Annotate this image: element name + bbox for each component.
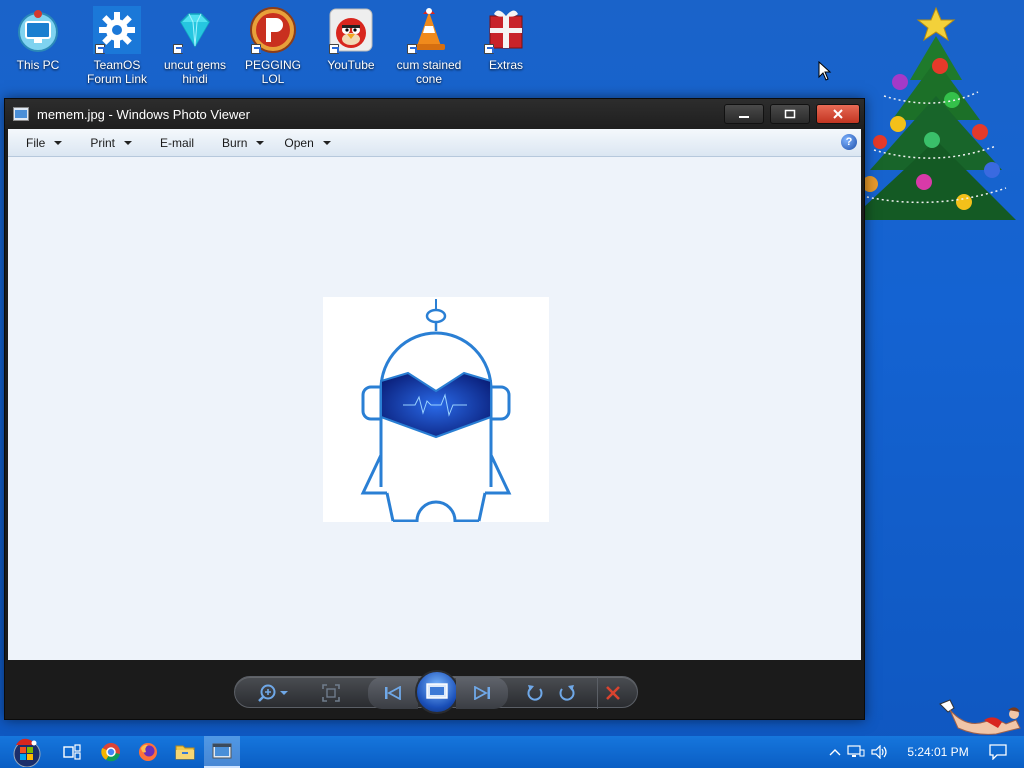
desktop-icon-cum-stained-cone[interactable]: cum stained cone <box>391 6 467 86</box>
previous-icon <box>385 686 401 700</box>
help-icon: ? <box>845 136 853 148</box>
chevron-down-icon <box>54 140 63 145</box>
minimize-button[interactable] <box>724 104 764 124</box>
angry-bird-icon <box>327 6 375 54</box>
chevron-down-icon <box>256 140 265 145</box>
desktop-icon-uncut-gems-hindi[interactable]: uncut gems hindi <box>157 6 233 86</box>
shortcut-arrow-icon <box>95 44 105 54</box>
desktop-icon-pegging-lol[interactable]: PEGGING LOL <box>235 6 311 86</box>
photo-viewer-window[interactable]: memem.jpg - Windows Photo Viewer File Pr… <box>4 98 865 720</box>
show-hidden-icons-chevron-up-icon[interactable] <box>826 748 844 756</box>
slideshow-icon <box>426 683 448 699</box>
close-icon <box>833 109 843 119</box>
desktop-icon-label: uncut gems hindi <box>163 58 227 86</box>
photo-viewer-app-icon <box>13 107 29 121</box>
shortcut-arrow-icon <box>173 44 183 54</box>
desktop-icon-label: Extras <box>488 58 523 72</box>
shortcut-arrow-icon <box>484 44 494 54</box>
previous-button[interactable] <box>368 677 418 709</box>
this-pc-icon <box>14 6 62 54</box>
pinup-decoration <box>936 698 1022 738</box>
action-center-button[interactable] <box>978 744 1018 760</box>
desktop-icon-label: This PC <box>16 58 60 72</box>
delete-icon <box>605 686 620 700</box>
window-title: memem.jpg - Windows Photo Viewer <box>37 106 250 122</box>
menu-file[interactable]: File <box>8 129 72 156</box>
rotate-counterclockwise-icon <box>527 685 543 701</box>
taskbar-chrome[interactable] <box>93 736 129 768</box>
diamond-icon <box>171 6 219 54</box>
shortcut-arrow-icon <box>329 44 339 54</box>
menu-open[interactable]: Open <box>274 129 340 156</box>
letter-p-icon <box>249 6 297 54</box>
shortcut-arrow-icon <box>407 44 417 54</box>
start-button[interactable] <box>6 736 48 768</box>
image-viewport[interactable] <box>8 157 861 660</box>
menu-burn-label: Burn <box>222 135 248 150</box>
displayed-image <box>323 297 549 523</box>
traffic-cone-icon <box>405 6 453 54</box>
menu-email-label: E-mail <box>160 135 195 150</box>
actual-size-icon <box>322 684 340 702</box>
zoom-button[interactable] <box>257 677 295 709</box>
rotate-counterclockwise-button[interactable] <box>521 677 549 709</box>
shortcut-arrow-icon <box>251 44 261 54</box>
maximize-icon <box>784 109 796 119</box>
control-bar <box>5 661 864 719</box>
menu-print-label: Print <box>90 135 116 150</box>
mouse-cursor-icon <box>818 60 832 86</box>
menu-burn[interactable]: Burn <box>204 129 274 156</box>
actual-size-button[interactable] <box>315 677 347 709</box>
gift-box-icon <box>482 6 530 54</box>
task-view-icon <box>63 744 81 760</box>
desktop-icon-label: YouTube <box>327 58 375 72</box>
rotate-clockwise-button[interactable] <box>553 677 581 709</box>
taskbar-firefox[interactable] <box>130 736 166 768</box>
desktop-icon-teamos-forum-link[interactable]: TeamOS Forum Link <box>79 6 155 86</box>
maximize-button[interactable] <box>770 104 810 124</box>
next-button[interactable] <box>456 677 508 709</box>
windows-logo-icon <box>13 738 41 767</box>
taskbar: 5:24:01 PM <box>0 736 1024 768</box>
control-pill <box>234 670 638 714</box>
title-bar[interactable]: memem.jpg - Windows Photo Viewer <box>5 99 864 129</box>
desktop-icon-label: PEGGING LOL <box>244 58 301 86</box>
christmas-tree-decoration <box>840 0 1020 240</box>
task-view-button[interactable] <box>54 736 90 768</box>
file-explorer-icon <box>175 745 195 760</box>
volume-icon[interactable] <box>868 745 892 759</box>
taskbar-file-explorer[interactable] <box>167 736 203 768</box>
minimize-icon <box>739 116 749 118</box>
system-tray: 5:24:01 PM <box>826 736 1018 768</box>
taskbar-photo-viewer[interactable] <box>204 736 240 768</box>
menu-print[interactable]: Print <box>72 129 142 156</box>
photo-viewer-icon <box>212 743 232 759</box>
delete-button[interactable] <box>597 677 627 709</box>
clock[interactable]: 5:24:01 PM <box>898 745 978 759</box>
menu-email[interactable]: E-mail <box>142 129 204 156</box>
desktop-icon-youtube[interactable]: YouTube <box>313 6 389 72</box>
gear-icon <box>93 6 141 54</box>
desktop-icon-label: cum stained cone <box>396 58 462 86</box>
menu-open-label: Open <box>284 135 314 150</box>
chevron-down-icon <box>124 140 133 145</box>
notification-icon <box>989 744 1007 760</box>
desktop-icon-label: TeamOS Forum Link <box>86 58 148 86</box>
chrome-icon <box>101 743 120 762</box>
slideshow-button[interactable] <box>415 670 459 714</box>
help-button[interactable]: ? <box>841 134 857 150</box>
desktop-icon-extras[interactable]: Extras <box>468 6 544 72</box>
next-icon <box>474 686 490 700</box>
network-icon[interactable] <box>844 745 868 759</box>
zoom-icon <box>258 684 288 702</box>
robot-image <box>360 299 512 523</box>
rotate-clockwise-icon <box>559 685 575 701</box>
chevron-down-icon <box>322 140 331 145</box>
menu-bar: File Print E-mail Burn Open ? <box>8 129 861 157</box>
firefox-icon <box>139 743 157 761</box>
desktop-icon-this-pc[interactable]: This PC <box>0 6 76 72</box>
menu-file-label: File <box>26 135 46 150</box>
close-button[interactable] <box>816 104 860 124</box>
